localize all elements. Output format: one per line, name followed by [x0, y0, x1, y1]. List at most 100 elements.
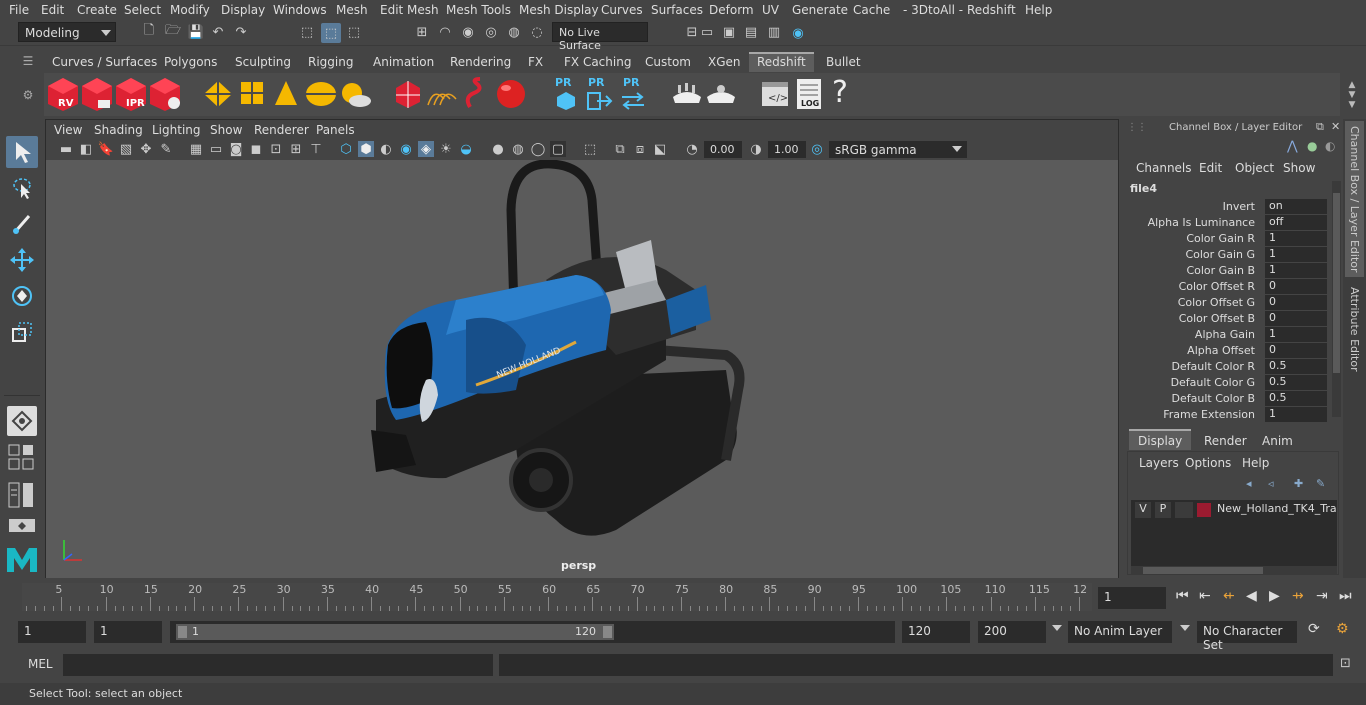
- redshift-sun-sky-icon[interactable]: [338, 79, 372, 109]
- shadows-icon[interactable]: ☀: [438, 141, 454, 157]
- attr-value[interactable]: 0: [1265, 311, 1327, 326]
- attr-value[interactable]: 1: [1265, 263, 1327, 278]
- redshift-hair-icon[interactable]: [424, 79, 460, 109]
- move-layer-up-icon[interactable]: ◂: [1246, 477, 1252, 490]
- color-management-icon[interactable]: ◎: [809, 141, 825, 157]
- tab-bullet[interactable]: Bullet: [818, 52, 869, 72]
- attr-row[interactable]: Color Gain R 1: [1123, 231, 1333, 247]
- layer-color-swatch[interactable]: [1197, 503, 1211, 517]
- menu-modify[interactable]: Modify: [170, 3, 210, 17]
- depth-of-field-icon[interactable]: ◯: [530, 141, 546, 157]
- menu-curves[interactable]: Curves: [601, 3, 643, 17]
- attr-value[interactable]: 0.5: [1265, 391, 1327, 406]
- scrollbar-thumb[interactable]: [1143, 567, 1263, 574]
- exposure-icon[interactable]: ◔: [684, 141, 700, 157]
- attr-row[interactable]: Default Color B 0.5: [1123, 391, 1333, 407]
- vp-menu-show[interactable]: Show: [210, 123, 242, 137]
- tab-polygons[interactable]: Polygons: [156, 52, 225, 72]
- vp-menu-lighting[interactable]: Lighting: [152, 123, 201, 137]
- attribute-scrollbar[interactable]: [1332, 181, 1341, 417]
- step-forward-frame-icon[interactable]: ⇸: [1292, 588, 1304, 604]
- menu-create[interactable]: Create: [77, 3, 117, 17]
- layer-menu-help[interactable]: Help: [1242, 456, 1269, 470]
- menu-mesh-tools[interactable]: Mesh Tools: [446, 3, 511, 17]
- keyed-status-icon[interactable]: ●: [1307, 139, 1317, 153]
- wireframe-on-shaded-icon[interactable]: ◐: [378, 141, 394, 157]
- layer-playback-toggle[interactable]: P: [1155, 502, 1171, 518]
- play-forwards-icon[interactable]: ▶: [1269, 588, 1280, 604]
- layer-display-type[interactable]: [1175, 502, 1193, 518]
- tab-rendering[interactable]: Rendering: [442, 52, 519, 72]
- ipr-render-icon[interactable]: ▤: [742, 23, 760, 41]
- layout-four-view-button[interactable]: [7, 444, 37, 472]
- step-back-frame-icon[interactable]: ⇷: [1223, 588, 1235, 604]
- motion-blur-icon[interactable]: ●: [490, 141, 506, 157]
- play-backwards-icon[interactable]: ◀: [1246, 588, 1257, 604]
- layer-row[interactable]: V P New_Holland_TK4_Tracl: [1131, 502, 1337, 518]
- menu-deform[interactable]: Deform: [709, 3, 754, 17]
- gate-mask-icon[interactable]: ◼: [248, 141, 264, 157]
- gamma-icon[interactable]: ◑: [748, 141, 764, 157]
- playback-start-field[interactable]: 1: [94, 621, 162, 643]
- timeline-ruler[interactable]: 5 10 15 20 25 30 35 40 45 50 55 60 65 70 75 80 85 90 95 100…: [22, 583, 1092, 611]
- layer-menu-options[interactable]: Options: [1185, 456, 1231, 470]
- attr-row[interactable]: Alpha Is Luminance off: [1123, 215, 1333, 231]
- move-tool-button[interactable]: [6, 244, 38, 276]
- layer-name[interactable]: New_Holland_TK4_Tracl: [1217, 502, 1337, 515]
- help-icon[interactable]: ?: [832, 75, 848, 110]
- redshift-script-icon[interactable]: </>: [760, 79, 790, 109]
- use-all-lights-icon[interactable]: ◈: [418, 141, 434, 157]
- current-frame-field[interactable]: 1: [1098, 587, 1166, 609]
- attr-value[interactable]: 0: [1265, 295, 1327, 310]
- auto-key-icon[interactable]: ⟳: [1308, 621, 1320, 637]
- tab-animation[interactable]: Animation: [365, 52, 442, 72]
- new-layer-selected-icon[interactable]: ✎: [1316, 477, 1325, 490]
- script-editor-icon[interactable]: ⊡: [1340, 656, 1351, 671]
- end-time-field[interactable]: 200: [978, 621, 1046, 643]
- anti-aliasing-icon[interactable]: ◍: [510, 141, 526, 157]
- menu-mesh[interactable]: Mesh: [336, 3, 368, 17]
- redshift-sss-icon[interactable]: [462, 77, 494, 111]
- undo-icon[interactable]: ↶: [209, 23, 227, 41]
- range-handle-left[interactable]: [178, 626, 187, 638]
- cb-menu-edit[interactable]: Edit: [1199, 161, 1222, 175]
- menu-select[interactable]: Select: [124, 3, 161, 17]
- step-back-key-icon[interactable]: ⇤: [1199, 588, 1211, 604]
- xray-icon[interactable]: ▢: [550, 141, 566, 157]
- render-frame-icon[interactable]: ▣: [720, 23, 738, 41]
- menu-display[interactable]: Display: [221, 3, 265, 17]
- vp-menu-view[interactable]: View: [54, 123, 82, 137]
- pr-export-icon[interactable]: [587, 91, 613, 111]
- anim-layer-dropdown[interactable]: No Anim Layer: [1068, 621, 1172, 643]
- camera-select-icon[interactable]: ▬: [58, 141, 74, 157]
- attr-row[interactable]: Color Gain B 1: [1123, 263, 1333, 279]
- attr-row[interactable]: Color Offset B 0: [1123, 311, 1333, 327]
- menu-uv[interactable]: UV: [762, 3, 779, 17]
- snap-point-icon[interactable]: ◉: [459, 23, 477, 41]
- start-time-field[interactable]: 1: [18, 621, 86, 643]
- attr-row[interactable]: Alpha Gain 1: [1123, 327, 1333, 343]
- viewport-canvas[interactable]: NEW HOLLAND persp: [46, 160, 1118, 578]
- character-set-chevron-icon[interactable]: [1180, 625, 1190, 631]
- attr-value[interactable]: off: [1265, 215, 1327, 230]
- select-component-icon[interactable]: ⬚: [345, 23, 363, 41]
- render-settings-icon[interactable]: ▥: [765, 23, 783, 41]
- panel-grip-icon[interactable]: ⋮⋮: [1127, 122, 1147, 133]
- anim-layer-chevron-icon[interactable]: [1052, 625, 1062, 631]
- menu-windows[interactable]: Windows: [273, 3, 327, 17]
- paint-select-tool-button[interactable]: [6, 208, 38, 240]
- redshift-bake-icon[interactable]: [670, 81, 704, 109]
- field-chart-icon[interactable]: ⊡: [268, 141, 284, 157]
- menu-edit[interactable]: Edit: [41, 3, 64, 17]
- attr-row[interactable]: Frame Extension 1: [1123, 407, 1333, 423]
- menu-file[interactable]: File: [9, 3, 29, 17]
- cb-menu-show[interactable]: Show: [1283, 161, 1315, 175]
- scrollbar-thumb[interactable]: [1333, 193, 1340, 373]
- settings-icon[interactable]: ◐: [1325, 139, 1335, 153]
- close-icon[interactable]: ✕: [1331, 120, 1340, 133]
- scale-tool-button[interactable]: [6, 316, 38, 348]
- save-scene-icon[interactable]: 💾: [187, 23, 205, 41]
- open-scene-icon[interactable]: 🗁: [164, 23, 182, 41]
- new-layer-icon[interactable]: ✚: [1294, 477, 1303, 490]
- select-object-icon[interactable]: ⬚: [321, 23, 341, 43]
